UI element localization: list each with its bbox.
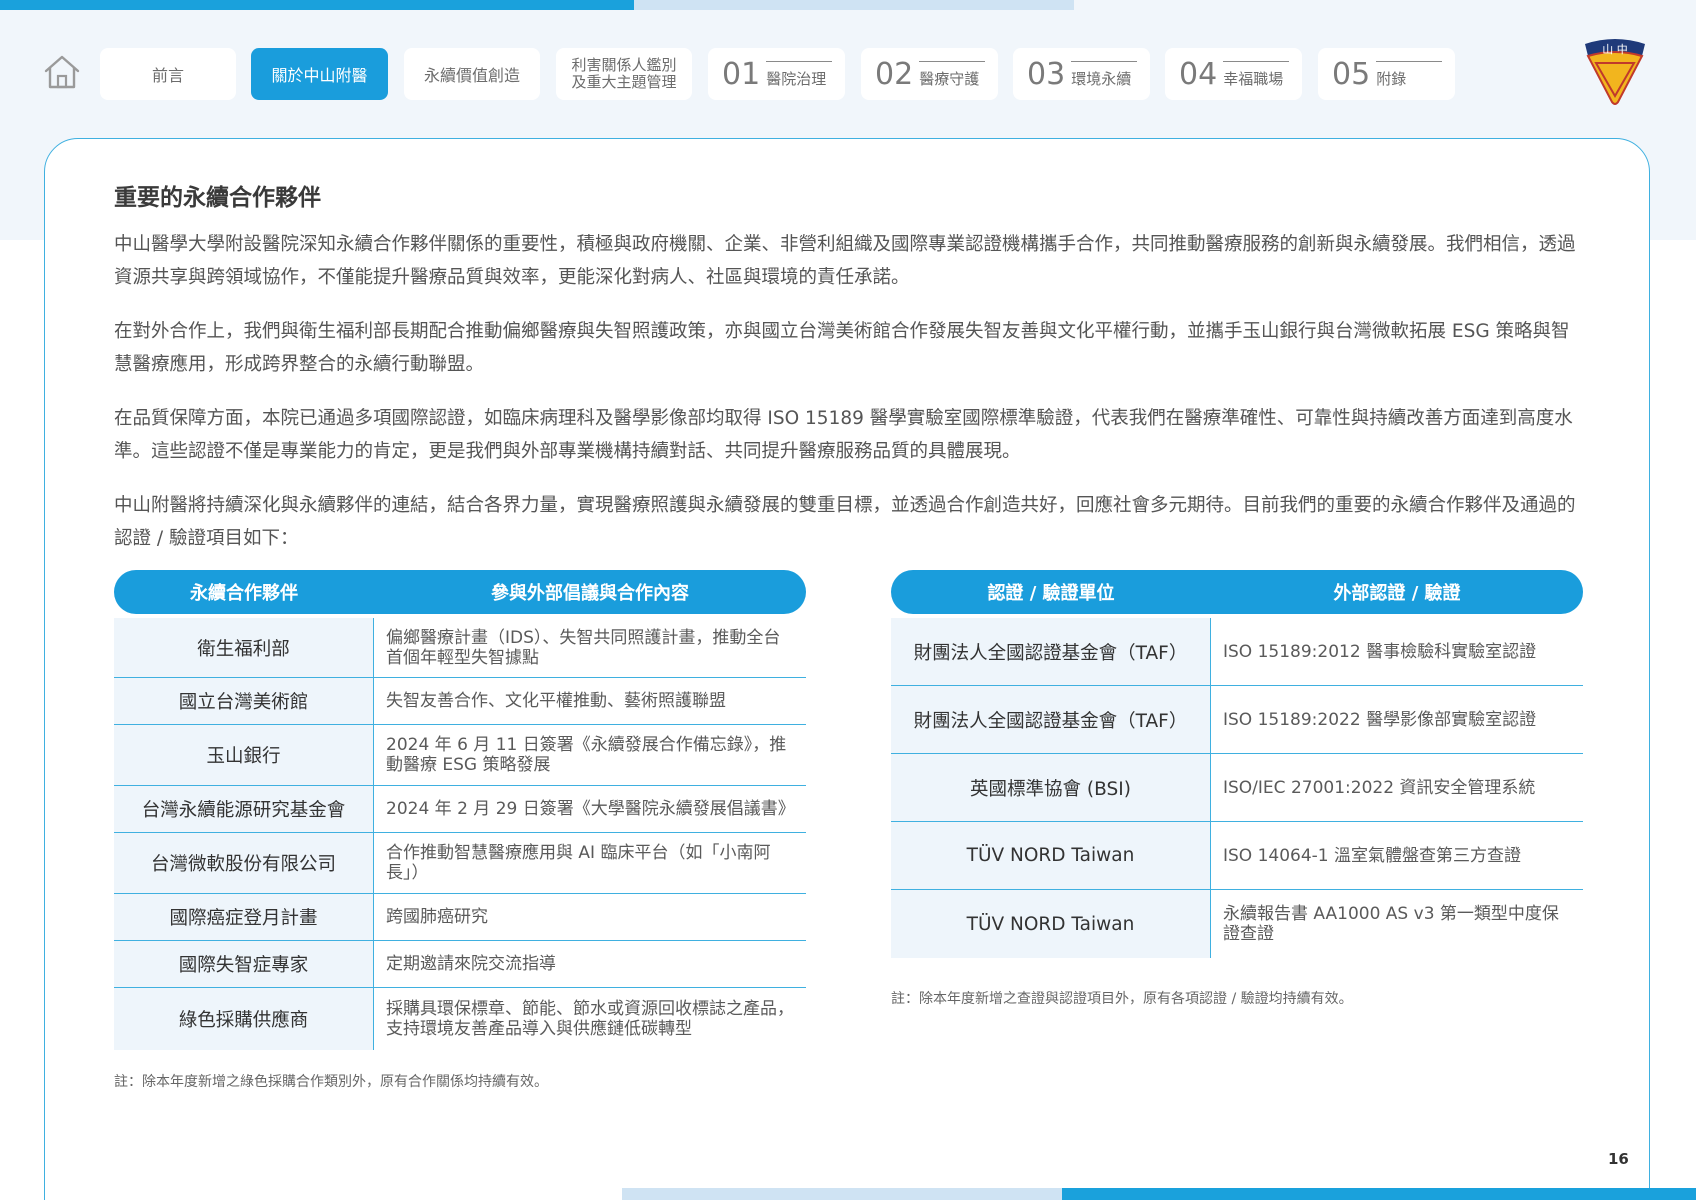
table-row: 財團法人全國認證基金會（TAF） ISO 15189:2022 醫學影像部實驗室… [891, 686, 1583, 754]
tab-sustainability-value[interactable]: 永續價值創造 [404, 48, 540, 100]
tab-label: 利害關係人鑑別 及重大主題管理 [571, 56, 677, 91]
partner-content: 採購具環保標章、節能、節水或資源回收標誌之產品，支持環境友善產品導入與供應鏈低碳… [386, 999, 794, 1039]
certifications-table-note: 註：除本年度新增之查證與認證項目外，原有各項認證 / 驗證均持續有效。 [891, 991, 1353, 1007]
table-row: 台灣微軟股份有限公司 合作推動智慧醫療應用與 AI 臨床平台（如「小南阿長」） [114, 833, 806, 894]
intro-paragraph-2: 在對外合作上，我們與衛生福利部長期配合推動偏鄉醫療與失智照護政策，亦與國立台灣美… [114, 321, 1570, 375]
page-number: 16 [1608, 1150, 1629, 1168]
progress-bar-bottom-track [622, 1188, 1062, 1200]
tab-number: 03 [1027, 56, 1066, 92]
tab-number: 04 [1179, 56, 1218, 92]
partner-content: 偏鄉醫療計畫（IDS）、失智共同照護計畫，推動全台首個年輕型失智據點 [374, 618, 806, 678]
tab-chapter-03[interactable]: 03 環境永續 [1013, 48, 1150, 100]
partner-name: 台灣微軟股份有限公司 [114, 833, 374, 894]
table-row: 財團法人全國認證基金會（TAF） ISO 15189:2012 醫事檢驗科實驗室… [891, 618, 1583, 686]
certifications-table: 認證 / 驗證單位 外部認證 / 驗證 財團法人全國認證基金會（TAF） ISO… [891, 570, 1583, 958]
table-row: TÜV NORD Taiwan ISO 14064-1 溫室氣體盤查第三方查證 [891, 822, 1583, 890]
tab-chapter-01[interactable]: 01 醫院治理 [708, 48, 845, 100]
partner-content: 失智友善合作、文化平權推動、藝術照護聯盟 [374, 678, 806, 725]
tab-chapter-04[interactable]: 04 幸福職場 [1165, 48, 1302, 100]
intro-paragraph-3: 在品質保障方面，本院已通過多項國際認證，如臨床病理科及醫學影像部均取得 ISO … [114, 408, 1573, 462]
table-row: 國立台灣美術館 失智友善合作、文化平權推動、藝術照護聯盟 [114, 678, 806, 725]
progress-bar-top-track [634, 0, 1074, 10]
tab-label: 關於中山附醫 [271, 66, 368, 85]
cert-unit: 財團法人全國認證基金會（TAF） [891, 686, 1211, 754]
cert-unit: 英國標準協會 (BSI) [891, 754, 1211, 822]
svg-text:山 中: 山 中 [1602, 43, 1628, 56]
partner-name: 衛生福利部 [114, 618, 374, 678]
table-row: 英國標準協會 (BSI) ISO/IEC 27001:2022 資訊安全管理系統 [891, 754, 1583, 822]
tab-chapter-05[interactable]: 05 附錄 [1318, 48, 1455, 100]
cert-item: ISO/IEC 27001:2022 資訊安全管理系統 [1211, 754, 1583, 822]
partners-table-note: 註：除本年度新增之綠色採購合作類別外，原有合作關係均持續有效。 [114, 1074, 548, 1090]
partner-content: 跨國肺癌研究 [374, 894, 806, 941]
progress-bar-bottom-filled [1062, 1188, 1696, 1200]
partner-content: 2024 年 2 月 29 日簽署《大學醫院永續發展倡議書》 [374, 786, 806, 833]
hospital-logo: 山 中 [1585, 39, 1645, 105]
partner-content: 2024 年 6 月 11 日簽署《永續發展合作備忘錄》，推動醫療 ESG 策略… [374, 725, 806, 786]
cert-unit: TÜV NORD Taiwan [891, 822, 1211, 890]
partner-name: 國際癌症登月計畫 [114, 894, 374, 941]
partner-name: 國立台灣美術館 [114, 678, 374, 725]
partners-table: 永續合作夥伴 參與外部倡議與合作內容 衛生福利部 偏鄉醫療計畫（IDS）、失智共… [114, 570, 806, 1050]
table-row: 玉山銀行 2024 年 6 月 11 日簽署《永續發展合作備忘錄》，推動醫療 E… [114, 725, 806, 786]
tab-number: 02 [875, 56, 914, 92]
partner-name: 台灣永續能源研究基金會 [114, 786, 374, 833]
column-header-content: 參與外部倡議與合作內容 [374, 570, 806, 614]
column-header-unit: 認證 / 驗證單位 [891, 570, 1211, 614]
tab-about[interactable]: 關於中山附醫 [251, 48, 388, 100]
column-header-certification: 外部認證 / 驗證 [1211, 570, 1583, 614]
table-row: 衛生福利部 偏鄉醫療計畫（IDS）、失智共同照護計畫，推動全台首個年輕型失智據點 [114, 618, 806, 678]
table-row: 綠色採購供應商 採購具環保標章、節能、節水或資源回收標誌之產品，支持環境友善產品… [114, 988, 806, 1050]
cert-item: ISO 14064-1 溫室氣體盤查第三方查證 [1211, 822, 1583, 890]
table-row: TÜV NORD Taiwan 永續報告書 AA1000 AS v3 第一類型中… [891, 890, 1583, 958]
table-row: 國際失智症專家 定期邀請來院交流指導 [114, 941, 806, 988]
partner-content: 定期邀請來院交流指導 [374, 941, 806, 988]
tab-stakeholders[interactable]: 利害關係人鑑別 及重大主題管理 [556, 48, 692, 100]
section-title: 重要的永續合作夥伴 [114, 185, 321, 211]
cert-unit: TÜV NORD Taiwan [891, 890, 1211, 958]
tab-label: 醫院治理 [766, 70, 827, 88]
tab-label: 永續價值創造 [423, 66, 520, 85]
partner-content: 合作推動智慧醫療應用與 AI 臨床平台（如「小南阿長」） [374, 833, 806, 894]
cert-item: ISO 15189:2022 醫學影像部實驗室認證 [1211, 686, 1583, 754]
partner-name: 國際失智症專家 [114, 941, 374, 988]
tab-number: 05 [1332, 56, 1371, 92]
intro-paragraph-1: 中山醫學大學附設醫院深知永續合作夥伴關係的重要性，積極與政府機關、企業、非營利組… [114, 234, 1576, 288]
cert-item: 永續報告書 AA1000 AS v3 第一類型中度保證查證 [1223, 904, 1559, 944]
tab-number: 01 [722, 56, 761, 92]
cert-unit: 財團法人全國認證基金會（TAF） [891, 618, 1211, 686]
column-header-partner: 永續合作夥伴 [114, 570, 374, 614]
tab-chapter-02[interactable]: 02 醫療守護 [861, 48, 998, 100]
partner-name: 玉山銀行 [114, 725, 374, 786]
tab-label: 附錄 [1376, 70, 1407, 88]
tab-label: 醫療守護 [919, 70, 980, 88]
partner-name: 綠色採購供應商 [114, 988, 374, 1050]
home-icon[interactable] [42, 52, 82, 92]
table-row: 台灣永續能源研究基金會 2024 年 2 月 29 日簽署《大學醫院永續發展倡議… [114, 786, 806, 833]
tab-label: 環境永續 [1071, 70, 1132, 88]
tab-preface[interactable]: 前言 [100, 48, 236, 100]
table-row: 國際癌症登月計畫 跨國肺癌研究 [114, 894, 806, 941]
progress-bar-top-filled [0, 0, 634, 10]
intro-paragraph-4: 中山附醫將持續深化與永續夥伴的連結，結合各界力量，實現醫療照護與永續發展的雙重目… [114, 495, 1576, 549]
tab-label: 幸福職場 [1223, 70, 1284, 88]
tab-label: 前言 [151, 66, 184, 85]
cert-item: ISO 15189:2012 醫事檢驗科實驗室認證 [1211, 618, 1583, 686]
